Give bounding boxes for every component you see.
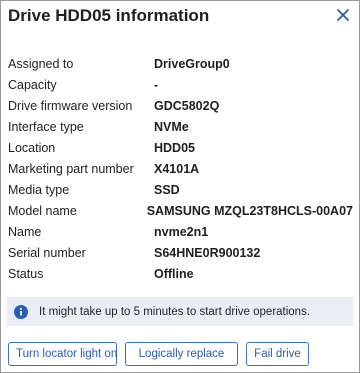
property-label: Serial number bbox=[8, 246, 86, 261]
property-label: Name bbox=[8, 225, 42, 240]
dialog-title: Drive HDD05 information bbox=[8, 6, 210, 25]
property-row-name: Name nvme2n1 bbox=[8, 222, 353, 243]
property-value: GDC5802Q bbox=[154, 98, 220, 113]
property-value: DriveGroup0 bbox=[154, 56, 230, 71]
property-value: X4101A bbox=[154, 162, 200, 177]
notice-text: It might take up to 5 minutes to start d… bbox=[39, 305, 311, 318]
property-label: Assigned to bbox=[8, 56, 74, 71]
property-label: Status bbox=[8, 267, 44, 282]
property-value: SAMSUNG MZQL23T8HCLS-00A07 bbox=[146, 204, 353, 219]
property-row-model-name: Model name SAMSUNG MZQL23T8HCLS-00A07 bbox=[8, 201, 353, 222]
action-buttons: Turn locator light on Logically replace … bbox=[8, 342, 309, 366]
property-row-media-type: Media type SSD bbox=[8, 180, 353, 201]
property-row-interface-type: Interface type NVMe bbox=[8, 116, 353, 137]
property-label: Capacity bbox=[8, 77, 57, 92]
property-value: - bbox=[154, 77, 159, 92]
property-value: S64HNE0R900132 bbox=[154, 246, 261, 261]
property-row-capacity: Capacity - bbox=[8, 74, 353, 95]
drive-info-dialog: Drive HDD05 information Assigned to Driv… bbox=[0, 0, 360, 373]
property-label: Drive firmware version bbox=[8, 98, 133, 113]
property-row-firmware-version: Drive firmware version GDC5802Q bbox=[8, 95, 353, 116]
property-value: NVMe bbox=[154, 119, 189, 134]
info-icon bbox=[14, 304, 28, 319]
property-row-assigned-to: Assigned to DriveGroup0 bbox=[8, 53, 353, 74]
property-value: HDD05 bbox=[154, 140, 195, 155]
property-label: Interface type bbox=[8, 119, 84, 134]
property-row-serial-number: Serial number S64HNE0R900132 bbox=[8, 243, 353, 264]
properties-list: Assigned to DriveGroup0 Capacity - Drive… bbox=[8, 53, 353, 285]
property-label: Marketing part number bbox=[8, 162, 134, 177]
turn-locator-light-on-button[interactable]: Turn locator light on bbox=[8, 342, 117, 366]
info-notice: It might take up to 5 minutes to start d… bbox=[7, 297, 353, 326]
property-value: nvme2n1 bbox=[154, 225, 209, 240]
property-value: Offline bbox=[154, 267, 194, 282]
property-label: Location bbox=[8, 140, 56, 155]
property-row-marketing-part-number: Marketing part number X4101A bbox=[8, 158, 353, 179]
property-value: SSD bbox=[154, 183, 180, 198]
close-icon[interactable] bbox=[335, 7, 351, 23]
property-row-status: Status Offline bbox=[8, 264, 353, 285]
property-row-location: Location HDD05 bbox=[8, 137, 353, 158]
property-label: Media type bbox=[8, 183, 70, 198]
fail-drive-button[interactable]: Fail drive bbox=[246, 342, 309, 366]
property-label: Model name bbox=[8, 204, 77, 219]
logically-replace-button[interactable]: Logically replace bbox=[125, 342, 238, 366]
